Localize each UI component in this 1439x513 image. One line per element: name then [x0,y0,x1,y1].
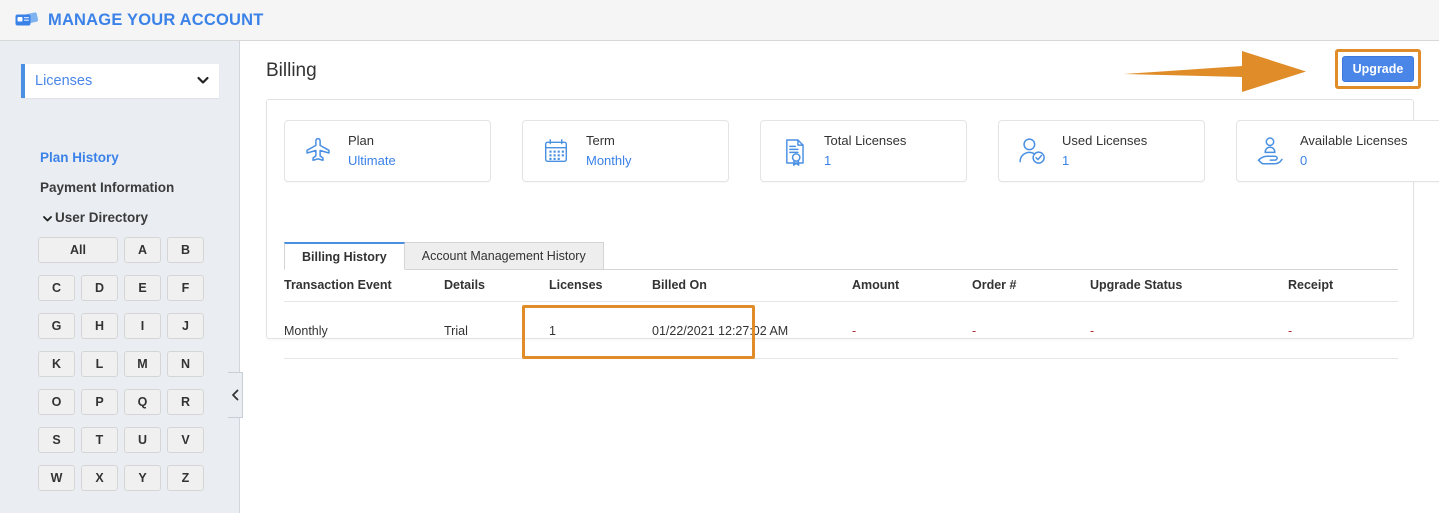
annotation-arrow [1124,49,1309,94]
alphabet-filter-r[interactable]: R [167,389,204,415]
user-hand-icon [1255,136,1285,166]
tab-billing-history[interactable]: Billing History [284,242,405,270]
alphabet-filter-a[interactable]: A [124,237,161,263]
cell-transaction-event: Monthly [284,302,444,359]
airplane-icon [301,134,335,168]
certificate-icon [780,137,809,166]
chevron-left-icon [231,389,240,401]
alphabet-filter-h[interactable]: H [81,313,118,339]
table-header-row: Transaction Event Details Licenses Bille… [284,278,1398,302]
calendar-icon [539,134,573,168]
summary-card-label: Available Licenses [1300,132,1407,150]
sidebar: Licenses Plan History Payment Informatio… [0,41,240,513]
summary-card-used-licenses: Used Licenses 1 [998,120,1205,182]
cell-licenses: 1 [549,302,652,359]
user-hand-icon [1253,134,1287,168]
tab-account-management-history[interactable]: Account Management History [404,242,604,270]
table-header: Transaction Event Details Licenses Bille… [284,278,1398,302]
app-header: MANAGE YOUR ACCOUNT [0,0,1439,41]
column-header-upgrade-status: Upgrade Status [1090,278,1288,302]
sidebar-item-payment-information[interactable]: Payment Information [40,180,174,195]
alphabet-filter-u[interactable]: U [124,427,161,453]
chevron-down-icon [42,212,53,223]
tab-bar: Billing HistoryAccount Management Histor… [284,242,603,270]
summary-card-value: 1 [824,152,906,170]
summary-card-label: Used Licenses [1062,132,1147,150]
column-header-billed-on: Billed On [652,278,852,302]
column-header-licenses: Licenses [549,278,652,302]
cell-upgrade-status: - [1090,302,1288,359]
alphabet-filter-t[interactable]: T [81,427,118,453]
alphabet-filter-f[interactable]: F [167,275,204,301]
summary-card-label: Plan [348,132,396,150]
user-check-icon [1017,136,1047,166]
alphabet-filter-z[interactable]: Z [167,465,204,491]
app-title: MANAGE YOUR ACCOUNT [48,11,264,30]
column-header-amount: Amount [852,278,972,302]
sidebar-collapse-handle[interactable] [228,372,243,418]
alphabet-filter-all[interactable]: All [38,237,118,263]
summary-card-label: Term [586,132,632,150]
column-header-order: Order # [972,278,1090,302]
alphabet-filter-b[interactable]: B [167,237,204,263]
page-title: Billing [266,60,317,82]
wallet-cards-icon [14,9,40,31]
alphabet-filter-k[interactable]: K [38,351,75,377]
alphabet-filter-s[interactable]: S [38,427,75,453]
tab-underline [284,269,1398,270]
summary-card-plan: Plan Ultimate [284,120,491,182]
chevron-down-icon [196,73,210,87]
alphabet-filter-v[interactable]: V [167,427,204,453]
column-header-receipt: Receipt [1288,278,1398,302]
alphabet-filter-d[interactable]: D [81,275,118,301]
summary-card-value: 1 [1062,152,1147,170]
licenses-dropdown[interactable]: Licenses [21,64,219,98]
summary-card-value: 0 [1300,152,1407,170]
licenses-dropdown-value: Licenses [35,73,92,89]
upgrade-button-highlight: Upgrade [1335,49,1421,89]
sidebar-item-user-directory[interactable]: User Directory [42,210,148,225]
alphabet-filter-g[interactable]: G [38,313,75,339]
summary-cards: Plan Ultimate Term Monthly [284,120,1439,182]
cell-amount: - [852,302,972,359]
billing-card: Plan Ultimate Term Monthly [266,99,1414,339]
alphabet-filter-p[interactable]: P [81,389,118,415]
alphabet-filter-w[interactable]: W [38,465,75,491]
alphabet-filter-o[interactable]: O [38,389,75,415]
billing-history-table: Transaction Event Details Licenses Bille… [284,278,1398,359]
user-directory-label: User Directory [55,210,148,225]
airplane-icon [303,136,333,166]
table-row[interactable]: MonthlyTrial101/22/2021 12:27:02 AM---- [284,302,1398,359]
summary-card-value: Monthly [586,152,632,170]
summary-card-total-licenses: Total Licenses 1 [760,120,967,182]
column-header-transaction-event: Transaction Event [284,278,444,302]
upgrade-button[interactable]: Upgrade [1342,56,1414,82]
summary-card-term: Term Monthly [522,120,729,182]
alphabet-filter-x[interactable]: X [81,465,118,491]
alphabet-filter-j[interactable]: J [167,313,204,339]
sidebar-item-plan-history[interactable]: Plan History [40,150,119,165]
alphabet-filter-c[interactable]: C [38,275,75,301]
alphabet-filter-e[interactable]: E [124,275,161,301]
summary-card-label: Total Licenses [824,132,906,150]
alphabet-filter-l[interactable]: L [81,351,118,377]
table-body: MonthlyTrial101/22/2021 12:27:02 AM---- [284,302,1398,359]
alphabet-filter-m[interactable]: M [124,351,161,377]
cell-details: Trial [444,302,549,359]
alphabet-filter-grid: AllAB CDEF GHIJ KLMN OPQR STUV WXYZ [38,237,203,491]
main-content: Billing Upgrade Plan Ultimate [241,41,1439,513]
cell-receipt: - [1288,302,1398,359]
cell-order: - [972,302,1090,359]
alphabet-filter-y[interactable]: Y [124,465,161,491]
cell-billed-on: 01/22/2021 12:27:02 AM [652,302,852,359]
alphabet-filter-q[interactable]: Q [124,389,161,415]
alphabet-filter-n[interactable]: N [167,351,204,377]
column-header-details: Details [444,278,549,302]
summary-card-value: Ultimate [348,152,396,170]
summary-card-available-licenses: Available Licenses 0 [1236,120,1439,182]
calendar-icon [542,137,570,165]
alphabet-filter-i[interactable]: I [124,313,161,339]
user-check-icon [1015,134,1049,168]
certificate-icon [777,134,811,168]
